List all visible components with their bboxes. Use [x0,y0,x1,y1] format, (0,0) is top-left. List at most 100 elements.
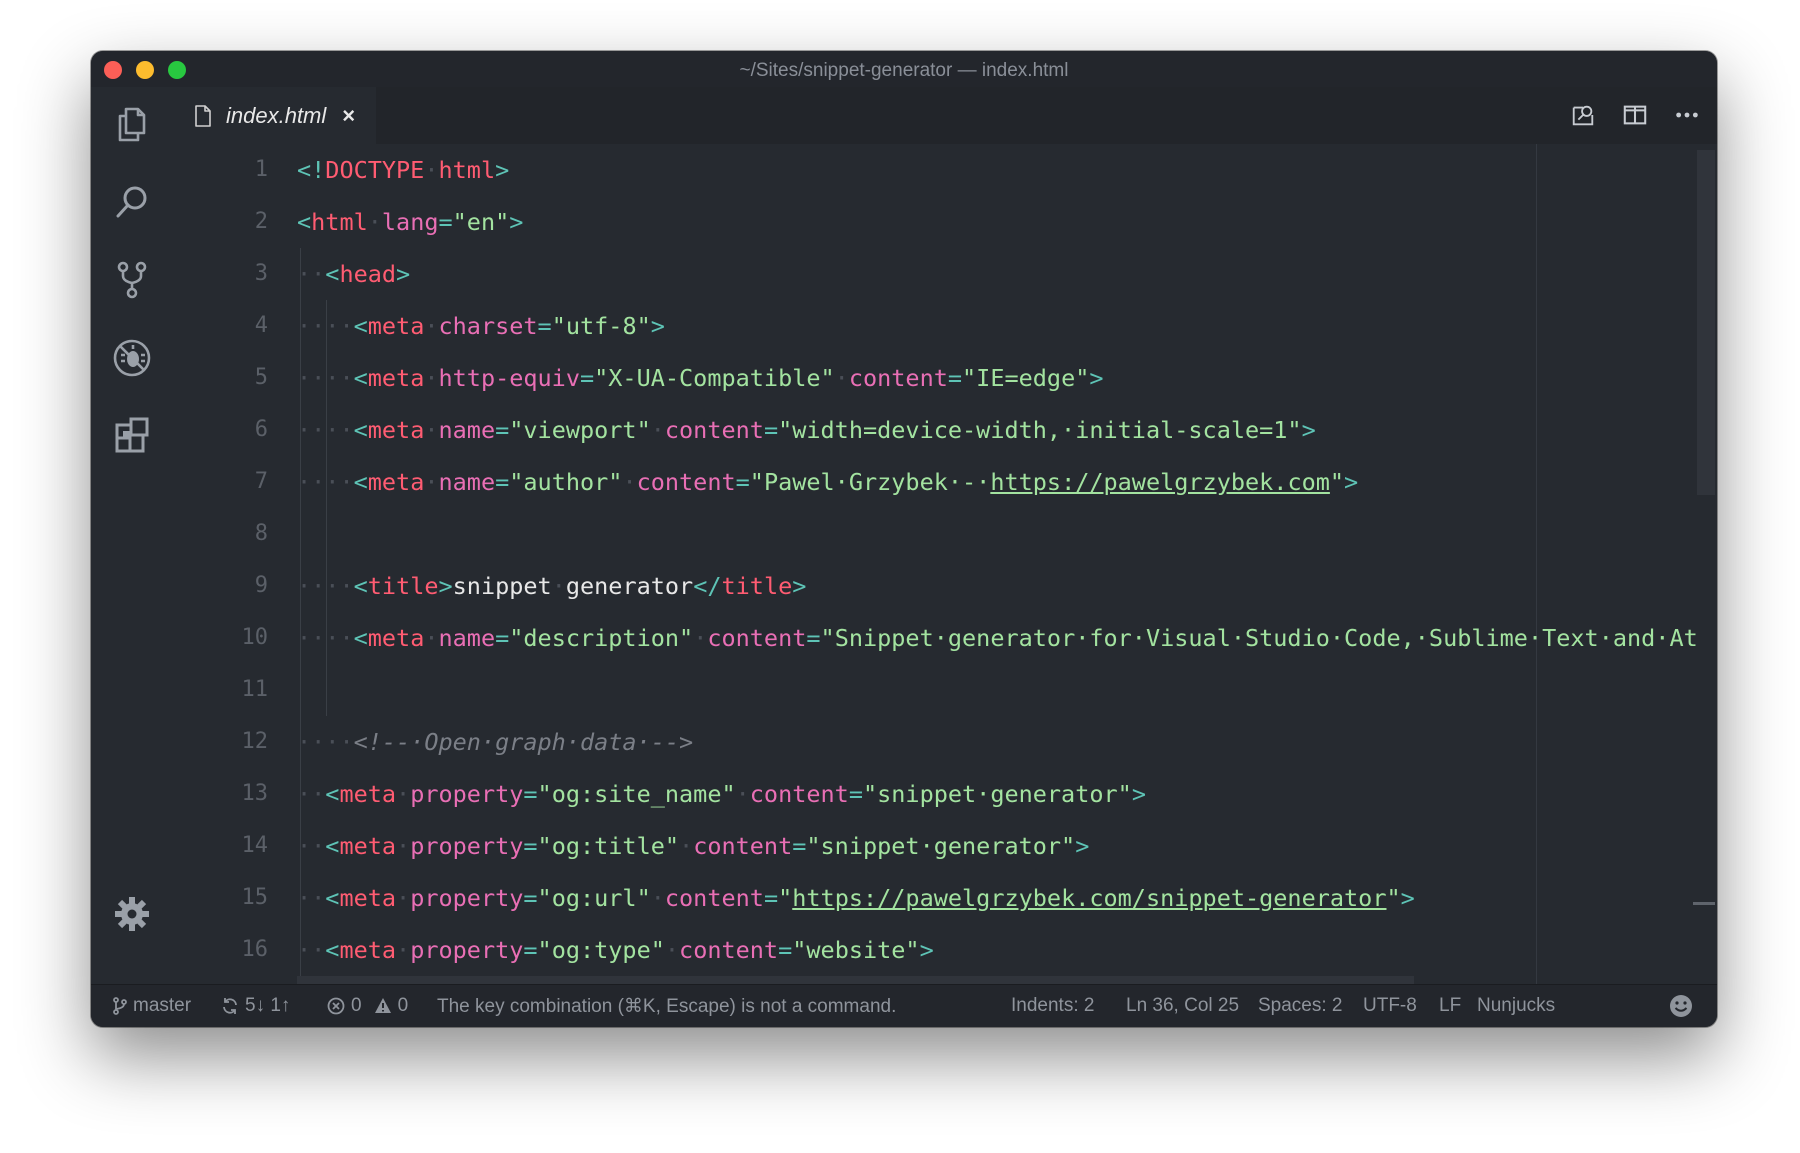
code-token: meta [339,780,397,808]
line-number: 6 [254,417,268,442]
code-token: < [353,312,368,340]
feedback-smiley-icon[interactable] [1669,994,1693,1018]
code-token: meta [339,832,397,860]
code-token: title [721,572,793,600]
status-indents[interactable]: Indents: 2 [1011,995,1094,1017]
code-token: < [353,416,368,444]
code-token: = [537,312,552,340]
code-token: < [325,936,340,964]
code-token: generator [565,572,694,600]
code-token: · [834,364,849,392]
code-token: · [693,624,708,652]
code-token: = [763,884,779,912]
open-preview-icon[interactable] [1569,101,1597,129]
code-token: content [664,884,764,912]
status-problems[interactable]: 0 0 [327,995,408,1017]
file-icon [195,104,211,127]
code-token: ·· [297,780,326,808]
line-number: 15 [241,885,269,910]
code-token: · [735,780,750,808]
tab-index-html[interactable]: index.html × [172,87,376,144]
explorer-icon[interactable] [109,101,155,147]
editor-ruler [1536,144,1537,985]
code-token: "snippet·generator" [862,780,1132,808]
code-token: > [1089,364,1104,392]
line-number: 4 [254,313,268,338]
window-title: ~/Sites/snippet-generator — index.html [739,60,1069,81]
code-token: · [650,884,665,912]
code-token: > [1075,832,1090,860]
code-token: "og:title" [537,832,680,860]
sync-icon [223,998,237,1014]
code-link[interactable]: https://pawelgrzybek.com/snippet-generat… [792,884,1386,912]
status-bar: master 5↓ 1↑ 0 0 The key combination (⌘K… [91,984,1717,1027]
code-token: property [410,780,524,808]
code-token: </ [693,572,722,600]
code-token: name [438,468,496,496]
code-token: = [495,624,510,652]
code-token: = [848,780,863,808]
code-token: · [650,416,665,444]
code-token: html [438,156,496,184]
code-editor[interactable]: 1 2 3 4 5 6 7 8 9 10 11 12 13 14 15 16 <… [172,144,1717,985]
editor-window: ~/Sites/snippet-generator — index.html i… [91,51,1717,1027]
code-token: > [1344,468,1359,496]
close-tab-icon[interactable]: × [342,103,355,129]
source-control-icon[interactable] [109,257,155,303]
code-line: ··<meta·property="og:title"·content="sni… [297,820,1089,872]
code-token: property [410,832,524,860]
code-line: ····<meta·charset="utf-8"> [297,300,665,352]
extensions-icon[interactable] [109,413,155,459]
code-token: ···· [297,416,354,444]
code-token: = [579,364,595,392]
code-token: · [551,572,566,600]
code-token: meta [367,624,425,652]
settings-gear-icon[interactable] [109,891,155,937]
branch-name: master [133,995,192,1016]
sync-counts: 5↓ 1↑ [245,995,291,1016]
code-link[interactable]: https://pawelgrzybek.com [990,468,1330,496]
search-icon[interactable] [109,179,155,225]
code-line: ··<meta·property="og:url"·content="https… [297,872,1415,924]
code-token: "X-UA-Compatible" [594,364,835,392]
code-token: <! [297,156,326,184]
code-token: name [438,416,496,444]
status-spaces[interactable]: Spaces: 2 [1258,995,1343,1017]
split-editor-icon[interactable] [1621,101,1649,129]
code-token: title [367,572,439,600]
more-actions-icon[interactable] [1673,101,1701,129]
code-token: meta [339,936,397,964]
code-token: > [1400,884,1415,912]
status-encoding[interactable]: UTF-8 [1363,995,1417,1017]
line-number: 10 [241,625,269,650]
code-line: ··<meta·property="og:type"·content="webs… [297,924,934,976]
status-branch[interactable]: master [113,995,191,1017]
code-token: = [495,468,510,496]
code-token: charset [438,312,538,340]
code-token: content [707,624,807,652]
status-eol[interactable]: LF [1439,995,1461,1017]
code-token: = [947,364,963,392]
status-language[interactable]: Nunjucks [1477,995,1555,1017]
code-token: = [735,468,750,496]
status-sync[interactable]: 5↓ 1↑ [221,995,290,1017]
code-token: < [325,832,340,860]
code-token: ·· [297,884,326,912]
overview-ruler-marker [1693,902,1715,905]
code-line: ··<head> [297,248,410,300]
code-token: "width=device-width,·initial-scale=1" [778,416,1302,444]
code-token: ···· [297,468,354,496]
code-token: < [353,572,368,600]
code-token: ·· [297,832,326,860]
code-token: · [396,936,411,964]
code-line: ····<meta·name="viewport"·content="width… [297,404,1316,456]
vertical-scrollbar[interactable] [1697,150,1715,495]
status-cursor-position[interactable]: Ln 36, Col 25 [1126,995,1239,1017]
code-line: ····<meta·name="description"·content="Sn… [297,612,1698,664]
activity-bar [91,87,173,985]
code-token: · [424,364,439,392]
debug-icon[interactable] [109,335,155,381]
code-token: < [325,260,340,288]
code-token: < [325,884,340,912]
code-token: ···· [297,572,354,600]
